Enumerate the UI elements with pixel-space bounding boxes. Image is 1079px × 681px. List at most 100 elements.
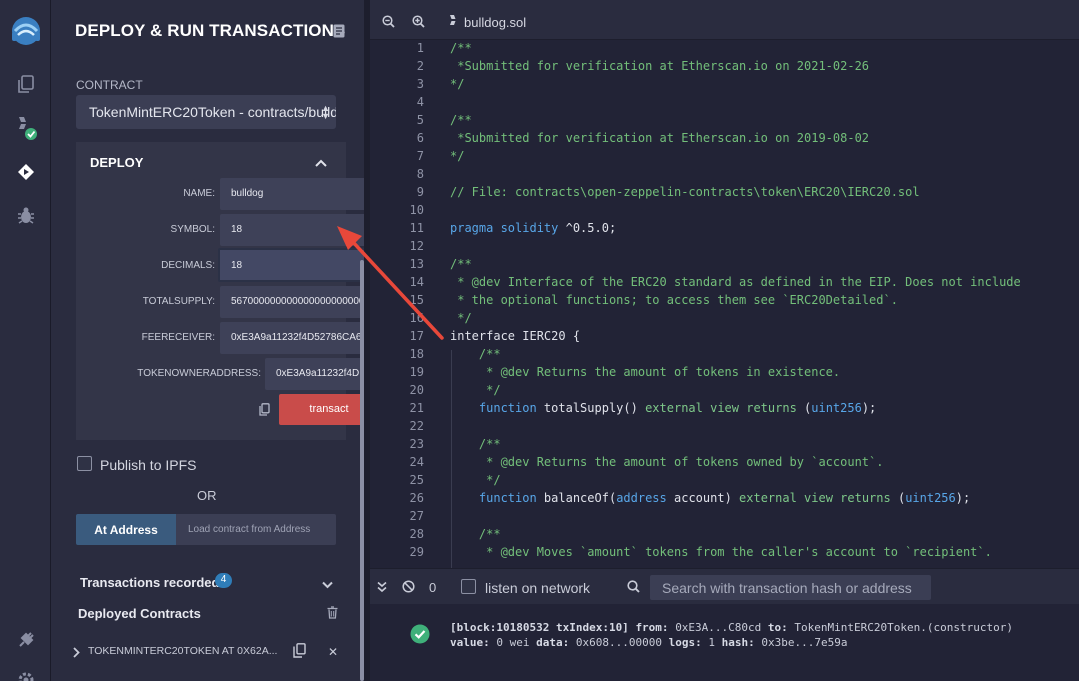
chevron-right-icon[interactable] [73,645,80,663]
line-number: 25 [409,473,424,487]
solidity-compiler-icon[interactable] [0,108,51,148]
tx-log-line-2[interactable]: value: 0 wei data: 0x608...00000 logs: 1… [450,636,847,649]
contract-select[interactable]: TokenMintERC20Token - contracts/bulldog.… [76,95,336,129]
deploy-run-panel: DEPLOY & RUN TRANSACTIONS CONTRACT Token… [51,0,364,681]
code-editor[interactable]: 1 /** 2 *Submitted for verification at Eth… [370,40,1079,568]
code-line[interactable]: 25 */ [370,472,1079,490]
tx-log-line-1[interactable]: [block:10180532 txIndex:10] from: 0xE3A.… [450,621,1013,634]
line-number: 29 [409,545,424,559]
code-text: /** [450,347,501,361]
copy-address-icon[interactable] [293,643,306,663]
line-number: 15 [409,293,424,307]
code-line[interactable]: 12 [370,238,1079,256]
code-line[interactable]: 21 function totalSupply() external view … [370,400,1079,418]
at-address-button[interactable]: At Address [76,514,176,545]
code-line[interactable]: 8 [370,166,1079,184]
tx-logs-value: 1 [708,636,715,649]
code-line[interactable]: 10 [370,202,1079,220]
line-number: 28 [409,527,424,541]
remix-logo-icon[interactable] [0,12,51,52]
trash-icon[interactable] [327,606,338,624]
name-input[interactable]: bulldog [220,178,364,210]
listen-on-network-checkbox[interactable] [461,579,476,594]
decimals-input[interactable]: 18 [218,248,364,282]
symbol-input[interactable]: 18 [220,214,364,246]
at-address-input[interactable]: Load contract from Address [176,514,336,545]
code-line[interactable]: 19 * @dev Returns the amount of tokens i… [370,364,1079,382]
code-line[interactable]: 27 [370,508,1079,526]
copy-icon[interactable] [259,403,270,421]
plugin-manager-icon[interactable] [0,620,51,660]
settings-icon[interactable] [0,660,51,681]
terminal-search-input[interactable]: Search with transaction hash or address [650,575,931,600]
code-token: uint256 [811,401,862,415]
deploy-run-icon[interactable] [0,152,51,192]
code-line[interactable]: 23 /** [370,436,1079,454]
chevron-down-icon[interactable] [322,576,333,594]
tokenowneraddress-input[interactable]: 0xE3A9a11232f4DE [265,358,364,390]
code-line[interactable]: 26 function balanceOf(address account) e… [370,490,1079,508]
debugger-icon[interactable] [0,196,51,236]
code-line[interactable]: 22 [370,418,1079,436]
code-line[interactable]: 16 */ [370,310,1079,328]
line-number: 21 [409,401,424,415]
code-line[interactable]: 1 /** [370,40,1079,58]
code-token: function [450,401,537,415]
double-chevron-down-icon[interactable] [377,580,387,598]
code-line[interactable]: 17 interface IERC20 { [370,328,1079,346]
line-number: 20 [409,383,424,397]
tx-hash-label: hash: [721,636,755,649]
code-text: pragma solidity ^0.5.0; [450,221,616,235]
clear-icon[interactable] [402,580,415,598]
code-line[interactable]: 29 * @dev Moves `amount` tokens from the… [370,544,1079,562]
code-text: *Submitted for verification at Etherscan… [450,131,869,145]
code-line[interactable]: 9 // File: contracts\open-zeppelin-contra… [370,184,1079,202]
code-text: * the optional functions; to access them… [450,293,898,307]
code-line[interactable]: 20 */ [370,382,1079,400]
code-line[interactable]: 5 /** [370,112,1079,130]
code-line[interactable]: 28 /** [370,526,1079,544]
totalsupply-input[interactable]: 5670000000000000000000000 [220,286,364,318]
code-token: * @dev Moves `amount` tokens from the ca… [450,545,992,559]
zoom-out-icon[interactable] [382,15,395,33]
code-token: totalSupply() [536,401,646,415]
code-line[interactable]: 18 /** [370,346,1079,364]
code-line[interactable]: 14 * @dev Interface of the ERC20 standar… [370,274,1079,292]
line-number: 19 [409,365,424,379]
tx-data-label: data: [536,636,570,649]
code-line[interactable]: 24 * @dev Returns the amount of tokens o… [370,454,1079,472]
line-number: 26 [409,491,424,505]
tx-to-label: to: [767,621,788,634]
code-line[interactable]: 3 */ [370,76,1079,94]
line-number: 27 [409,509,424,523]
close-icon[interactable]: ✕ [328,645,338,659]
code-line[interactable]: 4 [370,94,1079,112]
code-line[interactable]: 11 pragma solidity ^0.5.0; [370,220,1079,238]
documentation-icon[interactable] [333,24,345,43]
code-token: uint256 [905,491,956,505]
code-token: balanceOf( [536,491,617,505]
chevron-up-icon[interactable] [315,155,327,173]
feereceiver-input[interactable]: 0xE3A9a11232f4D52786CA6 [220,322,364,354]
code-text: // File: contracts\open-zeppelin-contrac… [450,185,920,199]
file-tab[interactable]: bulldog.sol [464,15,526,30]
code-line[interactable]: 6 *Submitted for verification at Ethersc… [370,130,1079,148]
publish-ipfs-checkbox[interactable] [77,456,92,471]
code-line[interactable]: 13 /** [370,256,1079,274]
line-number: 2 [416,59,424,73]
tx-hash-value: 0x3be...7e59a [761,636,848,649]
file-explorer-icon[interactable] [0,64,51,104]
deployed-contract-item[interactable]: TOKENMINTERC20TOKEN AT 0X62A... [88,645,277,657]
transactions-recorded-label[interactable]: Transactions recorded [80,575,219,590]
line-number: 11 [409,221,424,235]
code-text: /** [450,41,472,55]
transact-button[interactable]: transact [279,394,364,425]
line-number: 22 [409,419,424,433]
code-token: ); [955,491,971,505]
code-line[interactable]: 2 *Submitted for verification at Ethersc… [370,58,1079,76]
line-number: 3 [416,77,424,91]
zoom-in-icon[interactable] [412,15,425,33]
code-line[interactable]: 15 * the optional functions; to access t… [370,292,1079,310]
line-number: 1 [416,41,424,55]
code-line[interactable]: 7 */ [370,148,1079,166]
